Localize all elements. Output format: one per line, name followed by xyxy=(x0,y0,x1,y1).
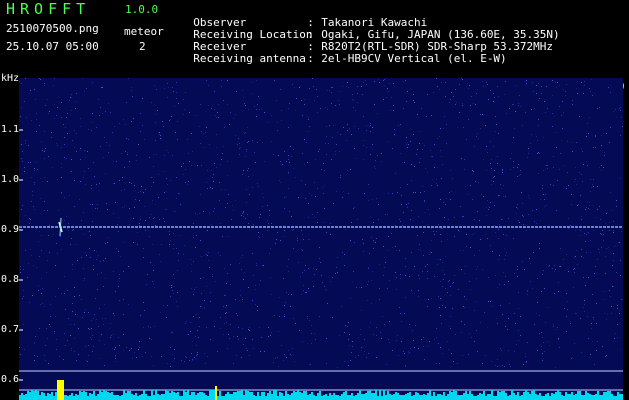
freq-tick-label: 0.7 xyxy=(1,324,20,335)
meteor-marker-1 xyxy=(57,380,64,400)
spectrogram-background xyxy=(19,78,623,400)
meteor-marker-2 xyxy=(215,386,217,400)
axis-unit-label: kHz xyxy=(1,73,20,84)
app-title: HROFFT xyxy=(6,0,91,18)
spectrogram-panel xyxy=(19,78,623,400)
info-value: 2el-HB9CV Vertical (el. E-W) xyxy=(321,52,507,65)
freq-tick-label: 0.8 xyxy=(1,274,20,285)
freq-tick-label: 0.9 xyxy=(1,224,20,235)
meteor-label: meteor xyxy=(124,25,164,38)
info-label: Receiving antenna xyxy=(193,52,306,65)
timestamp: 25.10.07 05:00 xyxy=(6,40,99,53)
file-name: 2510070500.png xyxy=(6,22,99,35)
freq-tick-label: 0.6 xyxy=(1,374,20,385)
info-separator: : xyxy=(307,52,314,65)
app-version: 1.0.0 xyxy=(125,3,159,16)
freq-tick-label: 1.1 xyxy=(1,124,20,135)
freq-tick-label: 1.0 xyxy=(1,174,20,185)
info-row-antenna: Receiving antenna: 2el-HB9CV Vertical (el… xyxy=(180,41,507,65)
meteor-count: 2 xyxy=(139,40,146,53)
